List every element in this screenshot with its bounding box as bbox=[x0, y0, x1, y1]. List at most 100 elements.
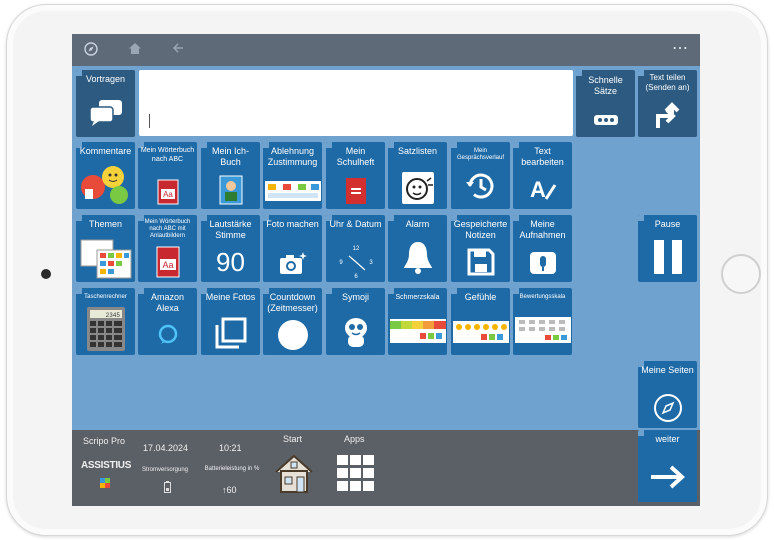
person-book-icon bbox=[201, 175, 260, 205]
conversation-history-tile[interactable]: Mein Gesprächsverlauf bbox=[451, 142, 510, 209]
symbol-strip-icon bbox=[263, 181, 322, 201]
text-caret bbox=[149, 114, 150, 128]
clock-6: 6 bbox=[354, 274, 358, 280]
symoji-character-icon bbox=[326, 315, 385, 349]
alarm-label: Alarm bbox=[405, 219, 430, 229]
alarm-tile[interactable]: Alarm bbox=[388, 215, 447, 282]
quick-phrases-label: Schnelle Sätze bbox=[588, 75, 623, 96]
right-arrow-icon bbox=[638, 464, 697, 490]
calculator-display: 2345 bbox=[105, 312, 120, 319]
camera-icon bbox=[263, 250, 322, 276]
symoji-tile[interactable]: Symoji bbox=[326, 288, 385, 355]
battery-icon bbox=[164, 480, 171, 498]
conversation-history-label: Mein Gesprächsverlauf bbox=[456, 148, 505, 161]
dictionary-initial-sounds-tile[interactable]: Mein Wörterbuch nach ABC mit Anlautbilde… bbox=[138, 215, 197, 282]
amazon-alexa-tile[interactable]: Amazon Alexa bbox=[138, 288, 197, 355]
start-button[interactable]: Start bbox=[271, 434, 315, 500]
thumbs-faces-icon bbox=[76, 161, 135, 207]
comments-tile[interactable]: Kommentare bbox=[76, 142, 135, 209]
more-options-button[interactable]: ⋯ bbox=[672, 38, 688, 58]
house-icon bbox=[273, 452, 315, 499]
device-name: Scripo Pro bbox=[83, 436, 126, 446]
clock-face-icon: 12 3 6 9 bbox=[326, 242, 385, 280]
date-text: 17.04.2024 bbox=[143, 443, 189, 453]
rating-scale-tile[interactable]: Bewertungsskala bbox=[513, 288, 572, 355]
photos-stack-icon bbox=[201, 317, 260, 349]
start-label: Start bbox=[283, 434, 303, 444]
my-recordings-tile[interactable]: Meine Aufnahmen bbox=[513, 215, 572, 282]
topics-tile[interactable]: Themen bbox=[76, 215, 135, 282]
sentence-lists-label: Satzlisten bbox=[397, 146, 438, 156]
amazon-alexa-label: Amazon Alexa bbox=[150, 292, 185, 313]
my-photos-tile[interactable]: Meine Fotos bbox=[201, 288, 260, 355]
me-book-label: Mein Ich-Buch bbox=[211, 146, 249, 167]
logo-puzzle-icon bbox=[100, 475, 110, 488]
dictionary-book-icon: Aa bbox=[138, 179, 197, 205]
message-text-area[interactable] bbox=[139, 70, 573, 136]
school-notebook-tile[interactable]: Mein Schulheft bbox=[326, 142, 385, 209]
feelings-tile[interactable]: Gefühle bbox=[451, 288, 510, 355]
dictionary-abc-tile[interactable]: Mein Wörterbuch nach ABC Aa bbox=[138, 142, 197, 209]
feelings-strip-icon bbox=[451, 321, 510, 343]
pause-tile[interactable]: Pause bbox=[638, 215, 697, 282]
voice-volume-label: Lautstärke Stimme bbox=[209, 219, 252, 240]
talking-face-icon bbox=[388, 171, 447, 205]
back-arrow-icon[interactable] bbox=[172, 42, 184, 57]
pain-scale-tile[interactable]: Schmerzskala bbox=[388, 288, 447, 355]
volume-value: 90 bbox=[216, 247, 245, 277]
rating-scale-label: Bewertungsskala bbox=[519, 294, 566, 300]
speak-button[interactable]: Vortragen bbox=[76, 70, 135, 137]
speech-bubbles-icon bbox=[76, 99, 135, 127]
next-button[interactable]: weiter bbox=[638, 430, 697, 502]
apps-button[interactable]: Apps bbox=[335, 434, 379, 500]
bell-icon bbox=[388, 240, 447, 274]
edit-text-label: Text bearbeiten bbox=[521, 146, 564, 167]
calculator-label: Taschenrechner bbox=[84, 294, 127, 300]
countdown-tile[interactable]: Countdown (Zeitmesser) bbox=[263, 288, 322, 355]
rating-scale-icon bbox=[513, 317, 572, 343]
reject-accept-tile[interactable]: Ablehnung Zustimmung bbox=[263, 142, 322, 209]
clock-12: 12 bbox=[352, 246, 359, 252]
compass-icon[interactable] bbox=[84, 42, 98, 59]
dictionary-book-icon: Aa bbox=[138, 246, 197, 278]
notebook-icon bbox=[326, 177, 385, 205]
school-notebook-label: Mein Schulheft bbox=[336, 146, 375, 167]
saved-notes-tile[interactable]: Gespeicherte Notizen bbox=[451, 215, 510, 282]
history-clock-icon bbox=[451, 169, 510, 203]
topics-label: Themen bbox=[88, 219, 123, 229]
saved-notes-label: Gespeicherte Notizen bbox=[453, 219, 508, 240]
battery-value: ↑60 bbox=[222, 485, 237, 495]
take-photo-tile[interactable]: Foto machen bbox=[263, 215, 322, 282]
ellipsis-icon bbox=[576, 115, 635, 125]
calculator-tile[interactable]: Taschenrechner 2345 bbox=[76, 288, 135, 355]
share-text-label: Text teilen (Senden an) bbox=[645, 73, 690, 92]
dictionary-initial-sounds-label: Mein Wörterbuch nach ABC mit Anlautbilde… bbox=[144, 219, 191, 239]
clock-date-tile[interactable]: Uhr & Datum 12 3 6 9 bbox=[326, 215, 385, 282]
calculator-icon: 2345 bbox=[76, 306, 135, 352]
clock-9: 9 bbox=[339, 260, 343, 266]
countdown-label: Countdown (Zeitmesser) bbox=[267, 292, 318, 313]
share-text-button[interactable]: Text teilen (Senden an) bbox=[638, 70, 697, 137]
pain-scale-label: Schmerzskala bbox=[395, 294, 440, 301]
home-button[interactable] bbox=[721, 254, 761, 294]
app-screen: ⋯ Vortragen Schnelle Sätze Text teilen (… bbox=[72, 34, 700, 506]
me-book-tile[interactable]: Mein Ich-Buch bbox=[201, 142, 260, 209]
edit-text-tile[interactable]: Text bearbeiten A bbox=[513, 142, 572, 209]
sentence-lists-tile[interactable]: Satzlisten bbox=[388, 142, 447, 209]
reject-accept-label: Ablehnung Zustimmung bbox=[267, 146, 318, 167]
quick-phrases-button[interactable]: Schnelle Sätze bbox=[576, 70, 635, 137]
floppy-disk-icon bbox=[451, 248, 510, 276]
svg-text:Aa: Aa bbox=[162, 260, 173, 270]
my-pages-tile[interactable]: Meine Seiten bbox=[638, 361, 697, 428]
status-bar: Scripo Pro 17.04.2024 10:21 ASSISTIUS St… bbox=[72, 430, 700, 506]
pain-scale-icon bbox=[388, 319, 447, 343]
next-label: weiter bbox=[655, 434, 680, 444]
home-icon[interactable] bbox=[128, 42, 142, 58]
voice-volume-tile[interactable]: Lautstärke Stimme 90 bbox=[201, 215, 260, 282]
camera-dot bbox=[41, 269, 51, 279]
apps-label: Apps bbox=[344, 434, 365, 444]
share-arrow-icon bbox=[638, 102, 697, 130]
assistus-logo: ASSISTIUS bbox=[81, 460, 132, 471]
clock-date-label: Uhr & Datum bbox=[329, 219, 382, 229]
speak-label: Vortragen bbox=[85, 74, 126, 84]
